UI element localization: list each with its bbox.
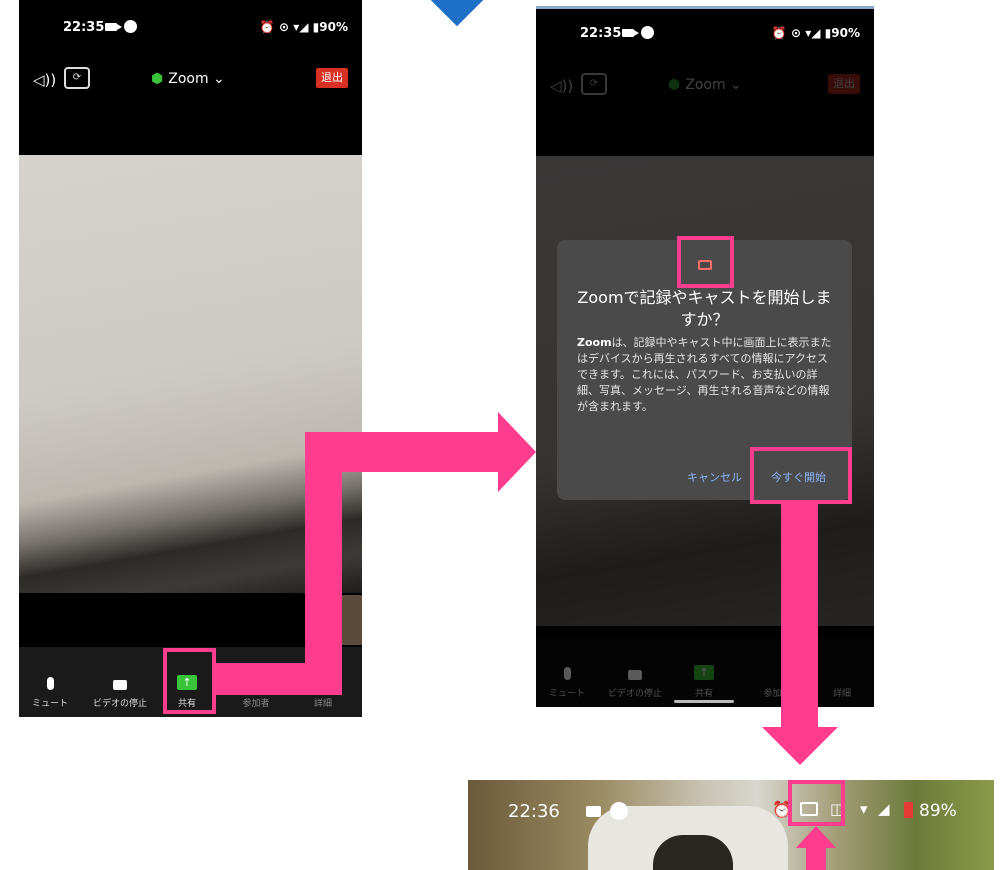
arrow-head-down	[762, 727, 838, 765]
stop-video-label: ビデオの停止	[92, 699, 147, 709]
cast-icon-highlight-box	[677, 236, 734, 288]
video-camera-icon	[113, 680, 127, 690]
dialog-body: Zoomは、記録中やキャスト中に画面上に表示またはデバイスから再生されるすべての…	[577, 335, 834, 415]
arrow-head-right	[498, 412, 536, 492]
blue-diamond-icon	[428, 0, 486, 27]
start-now-highlight-box	[750, 447, 852, 504]
shield-icon: ⬢	[668, 77, 681, 93]
arrow-segment-horizontal-top	[305, 432, 500, 472]
meeting-title: ⬢ Zoom ⌄	[668, 77, 742, 93]
video-status-icon	[105, 23, 122, 31]
share-highlight-box	[163, 648, 216, 714]
speaker-icon[interactable]: ◁))	[33, 71, 56, 89]
stop-video-label: ビデオの停止	[607, 689, 662, 699]
dialog-app-name: Zoom	[577, 336, 612, 349]
shield-icon: ⬢	[151, 71, 164, 87]
participant-thumbnail[interactable]	[342, 595, 362, 645]
stop-video-button: ビデオの停止	[598, 670, 672, 699]
wifi-icon: ▾	[860, 800, 868, 818]
status-bar: 22:35 ⏰ ⊙ ▾◢ ▮90%	[19, 0, 362, 58]
share-screen-icon: ↑	[694, 665, 714, 680]
home-indicator	[674, 700, 734, 703]
stop-video-button[interactable]: ビデオの停止	[83, 680, 157, 709]
cast-status-highlight-box	[788, 780, 845, 826]
meeting-title[interactable]: ⬢ Zoom ⌄	[151, 71, 225, 87]
record-dot-icon	[124, 20, 137, 33]
arrow-shaft-up	[806, 847, 826, 870]
meeting-toolbar-dimmed: ミュート ビデオの停止 ↑ 共有 参加者 詳細	[536, 637, 874, 707]
camera-switch-icon: ⟳	[581, 73, 607, 95]
status-icons: ⏰ ⊙ ▾◢ ▮90%	[259, 20, 348, 34]
meeting-title-text: Zoom ⌄	[685, 77, 742, 93]
more-label: 詳細	[313, 699, 332, 709]
camera-switch-icon[interactable]: ⟳	[64, 67, 90, 89]
cancel-button[interactable]: キャンセル	[687, 469, 742, 485]
record-dot-icon	[641, 26, 654, 39]
meeting-topbar: ◁)) ⟳ ⬢ Zoom ⌄ 退出	[19, 58, 362, 103]
leave-button[interactable]: 退出	[316, 68, 348, 88]
share-label: 共有	[694, 689, 713, 699]
meeting-title-text: Zoom ⌄	[168, 71, 225, 87]
video-camera-icon	[628, 670, 642, 680]
meeting-topbar-dimmed: ◁)) ⟳ ⬢ Zoom ⌄ 退出	[536, 64, 874, 109]
microphone-icon	[46, 677, 54, 690]
status-time: 22:35	[63, 20, 105, 35]
mute-label: ミュート	[548, 689, 585, 699]
phone-screen-3: 22:36 ⏰ ◫ ▾ ◢ 89%	[468, 780, 994, 870]
background-photo-dark	[653, 835, 733, 870]
mute-label: ミュート	[31, 699, 68, 709]
status-time: 22:36	[508, 801, 560, 822]
more-button: 詳細	[822, 686, 862, 699]
record-dot-icon	[610, 802, 628, 820]
status-time: 22:35	[580, 26, 622, 41]
dialog-title: Zoomで記録やキャストを開始しますか？	[577, 288, 832, 329]
arrow-shaft-down	[781, 504, 818, 729]
more-label: 詳細	[832, 689, 851, 699]
signal-icon: ◢	[878, 800, 890, 818]
battery-icon	[904, 802, 913, 818]
video-status-icon	[586, 806, 601, 817]
battery-percent: 89%	[919, 801, 957, 821]
mute-button: ミュート	[544, 667, 590, 699]
microphone-icon	[563, 667, 571, 680]
status-bar: 22:35 ⏰ ⊙ ▾◢ ▮90%	[536, 6, 874, 64]
status-icons: ⏰ ⊙ ▾◢ ▮90%	[771, 26, 860, 40]
dialog-body-text: は、記録中やキャスト中に画面上に表示またはデバイスから再生されるすべての情報にア…	[577, 336, 832, 413]
participants-label: 参加者	[242, 699, 270, 709]
speaker-icon: ◁))	[550, 77, 574, 95]
more-button[interactable]: 詳細	[303, 696, 343, 709]
mute-button[interactable]: ミュート	[27, 677, 73, 709]
video-status-icon	[622, 29, 639, 37]
participants-button[interactable]: 参加者	[231, 696, 281, 709]
leave-button: 退出	[828, 74, 860, 94]
share-button: ↑ 共有	[684, 665, 724, 699]
arrow-head-up	[796, 826, 836, 848]
